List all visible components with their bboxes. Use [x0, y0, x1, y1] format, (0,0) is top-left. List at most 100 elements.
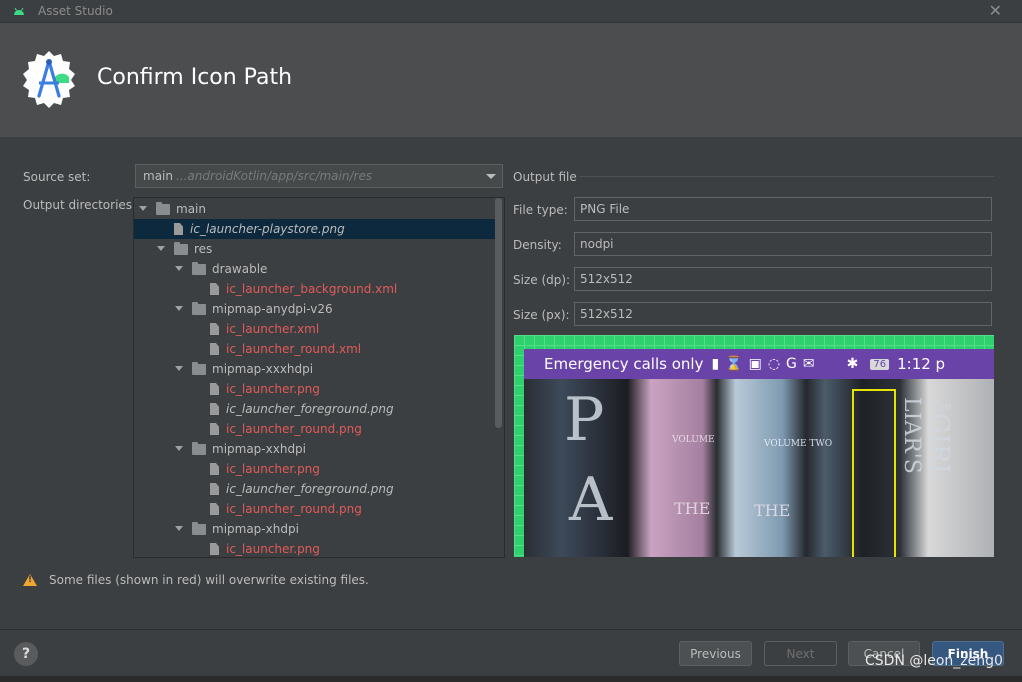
source-set-label: Source set:: [23, 170, 91, 184]
tree-file-row[interactable]: ic_launcher_round.png: [134, 499, 496, 519]
cover-letter: GIRL: [924, 413, 954, 481]
folder-icon: [192, 301, 206, 315]
folder-icon: [192, 441, 206, 455]
preview-status-text: Emergency calls only: [544, 355, 704, 373]
folder-icon: [156, 201, 170, 215]
warning-icon: [23, 574, 37, 586]
tree-item-label: ic_launcher-playstore.png: [190, 222, 345, 236]
tree-item-label: ic_launcher.xml: [226, 322, 320, 336]
help-button[interactable]: ?: [14, 642, 38, 666]
close-icon[interactable]: ✕: [989, 1, 1002, 20]
file-icon: [210, 503, 219, 515]
tree-item-label: ic_launcher_round.xml: [226, 342, 362, 356]
cover-letter: The: [929, 399, 952, 413]
tree-item-label: ic_launcher_round.png: [226, 502, 362, 516]
tree-item-label: main: [176, 202, 206, 216]
output-directories-label: Output directories:: [23, 198, 137, 212]
tree-item-label: mipmap-xxxhdpi: [212, 362, 314, 376]
cover-letter: LIAR'S: [899, 397, 924, 474]
size-dp-label: Size (dp):: [513, 273, 571, 287]
folder-icon: [192, 261, 206, 275]
tree-folder-row[interactable]: main: [134, 199, 496, 219]
page-title: Confirm Icon Path: [97, 65, 293, 90]
footer-divider: [0, 629, 1022, 630]
file-icon: [210, 423, 219, 435]
folder-icon: [192, 521, 206, 535]
cover-letter: THE: [754, 501, 791, 520]
cover-letter: VOLUME: [672, 435, 715, 445]
cover-letter: VOLUME TWO: [764, 439, 833, 449]
window-title: Asset Studio: [38, 4, 113, 18]
tree-file-row[interactable]: ic_launcher_foreground.png: [134, 479, 496, 499]
tree-folder-row[interactable]: drawable: [134, 259, 496, 279]
file-icon: [210, 403, 219, 415]
source-set-dropdown[interactable]: main ...androidKotlin/app/src/main/res: [135, 164, 503, 188]
size-px-label: Size (px):: [513, 308, 570, 322]
tree-item-label: ic_launcher.png: [226, 542, 320, 556]
section-divider: [580, 176, 994, 177]
file-icon: [210, 283, 219, 295]
cover-letter: THE: [674, 499, 711, 518]
icon-preview: P A The GIRL LIAR'S THE THE VOLUME VOLUM…: [514, 335, 994, 557]
file-type-field: PNG File: [574, 197, 992, 221]
android-studio-logo-icon: [23, 51, 75, 108]
cover-letter: A: [569, 465, 613, 535]
previous-button[interactable]: Previous: [679, 641, 752, 666]
folder-icon: [192, 361, 206, 375]
tree-file-row[interactable]: ic_launcher_background.xml: [134, 279, 496, 299]
tree-item-label: res: [194, 242, 213, 256]
preview-status-bar: Emergency calls only ▮⌛▣◌G✉ ✱ 76 1:12 p: [524, 349, 994, 379]
tree-file-row[interactable]: ic_launcher_foreground.png: [134, 399, 496, 419]
tree-folder-row[interactable]: mipmap-xxhdpi: [134, 439, 496, 459]
tree-scrollbar[interactable]: [495, 198, 502, 428]
chevron-down-icon[interactable]: [174, 304, 184, 314]
next-button[interactable]: Next: [764, 641, 837, 666]
tree-file-row[interactable]: ic_launcher.png: [134, 539, 496, 557]
file-type-label: File type:: [513, 203, 568, 217]
chevron-down-icon[interactable]: [174, 264, 184, 274]
tree-item-label: mipmap-xxhdpi: [212, 442, 307, 456]
tree-item-label: drawable: [212, 262, 268, 276]
chevron-down-icon[interactable]: [174, 444, 184, 454]
chevron-down-icon[interactable]: [174, 364, 184, 374]
tree-item-label: ic_launcher_foreground.png: [226, 482, 394, 496]
warning-text: Some files (shown in red) will overwrite…: [49, 573, 369, 587]
overwrite-warning: Some files (shown in red) will overwrite…: [23, 573, 369, 587]
tree-folder-row[interactable]: mipmap-xhdpi: [134, 519, 496, 539]
tree-folder-row[interactable]: mipmap-anydpi-v26: [134, 299, 496, 319]
preview-time: 1:12 p: [897, 355, 946, 373]
density-label: Density:: [513, 238, 562, 252]
tree-folder-row[interactable]: mipmap-xxxhdpi: [134, 359, 496, 379]
tree-item-label: mipmap-xhdpi: [212, 522, 299, 536]
file-icon: [210, 323, 219, 335]
size-px-field: 512x512: [574, 302, 992, 326]
source-set-path: ...androidKotlin/app/src/main/res: [175, 169, 373, 183]
android-icon: [14, 7, 24, 15]
tree-item-label: ic_launcher_foreground.png: [226, 402, 394, 416]
size-dp-field: 512x512: [574, 267, 992, 291]
battery-badge: 76: [870, 358, 890, 370]
tree-file-row[interactable]: ic_launcher.xml: [134, 319, 496, 339]
file-icon: [210, 383, 219, 395]
file-icon: [210, 483, 219, 495]
tree-file-row[interactable]: ic_launcher-playstore.png: [134, 219, 496, 239]
window-titlebar: Asset Studio ✕: [0, 0, 1022, 22]
density-field: nodpi: [574, 232, 992, 256]
tree-item-label: ic_launcher.png: [226, 382, 320, 396]
tree-file-row[interactable]: ic_launcher_round.xml: [134, 339, 496, 359]
tree-folder-row[interactable]: res: [134, 239, 496, 259]
tree-item-label: mipmap-anydpi-v26: [212, 302, 333, 316]
chevron-down-icon[interactable]: [156, 244, 166, 254]
tree-item-label: ic_launcher_round.png: [226, 422, 362, 436]
watermark: CSDN @leon_zeng0: [865, 653, 1003, 669]
tree-item-label: ic_launcher.png: [226, 462, 320, 476]
chevron-down-icon[interactable]: [138, 204, 148, 214]
tree-file-row[interactable]: ic_launcher.png: [134, 379, 496, 399]
chevron-down-icon[interactable]: [174, 524, 184, 534]
tree-file-row[interactable]: ic_launcher.png: [134, 459, 496, 479]
dialog-header: Confirm Icon Path: [0, 22, 1022, 137]
output-directories-tree[interactable]: main ic_launcher-playstore.pngres drawable…: [133, 197, 505, 558]
tree-file-row[interactable]: ic_launcher_round.png: [134, 419, 496, 439]
chevron-down-icon: [486, 174, 496, 179]
bottom-strip: [0, 676, 1022, 682]
